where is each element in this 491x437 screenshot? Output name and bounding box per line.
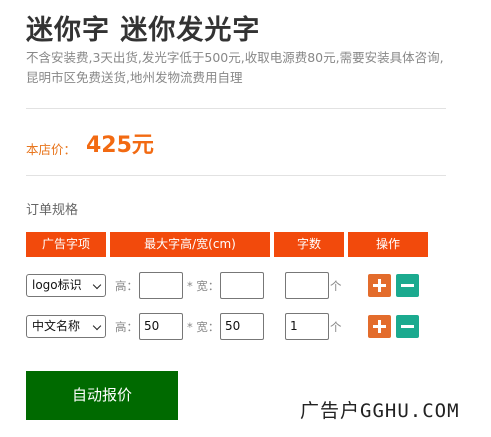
unit-label: 个 [330, 279, 342, 293]
header-max-size: 最大字高/宽(cm) [110, 232, 270, 257]
price-value: 425元 [86, 133, 154, 158]
chevron-down-icon [92, 280, 102, 290]
unit-label: 个 [330, 320, 342, 334]
width-label: * 宽： [187, 279, 220, 293]
chevron-down-icon [92, 321, 102, 331]
ad-item-select[interactable]: logo标识 [26, 274, 106, 297]
header-actions: 操作 [348, 232, 428, 257]
ad-item-select-value: logo标识 [32, 278, 82, 292]
order-spec-label: 订单规格 [26, 203, 79, 218]
height-input[interactable] [139, 272, 183, 299]
remove-row-button[interactable] [396, 315, 419, 338]
height-input[interactable]: 50 [139, 313, 183, 340]
spec-row: logo标识 高： * 宽： 个 [0, 272, 491, 300]
height-label: 高： [115, 279, 138, 293]
height-label: 高： [115, 320, 138, 334]
width-input[interactable]: 50 [220, 313, 264, 340]
add-row-button[interactable] [368, 274, 391, 297]
quantity-input[interactable] [285, 272, 329, 299]
divider [26, 175, 446, 176]
width-input[interactable] [220, 272, 264, 299]
divider [26, 108, 446, 109]
product-title: 迷你字 迷你发光字 [26, 15, 261, 46]
header-ad-item: 广告字项 [26, 232, 106, 257]
ad-item-select[interactable]: 中文名称 [26, 315, 106, 338]
auto-quote-button[interactable]: 自动报价 [26, 371, 178, 420]
watermark: 广告户GGHU.COM [300, 400, 460, 422]
spec-row: 中文名称 高： 50 * 宽： 50 1 个 [0, 313, 491, 341]
quantity-input[interactable]: 1 [285, 313, 329, 340]
price-label: 本店价： [26, 142, 77, 157]
add-row-button[interactable] [368, 315, 391, 338]
product-description: 不含安装费,3天出货,发光字低于500元,收取电源费80元,需要安装具体咨询,昆… [26, 50, 444, 85]
width-label: * 宽： [187, 320, 220, 334]
header-quantity: 字数 [274, 232, 344, 257]
ad-item-select-value: 中文名称 [32, 319, 81, 333]
remove-row-button[interactable] [396, 274, 419, 297]
